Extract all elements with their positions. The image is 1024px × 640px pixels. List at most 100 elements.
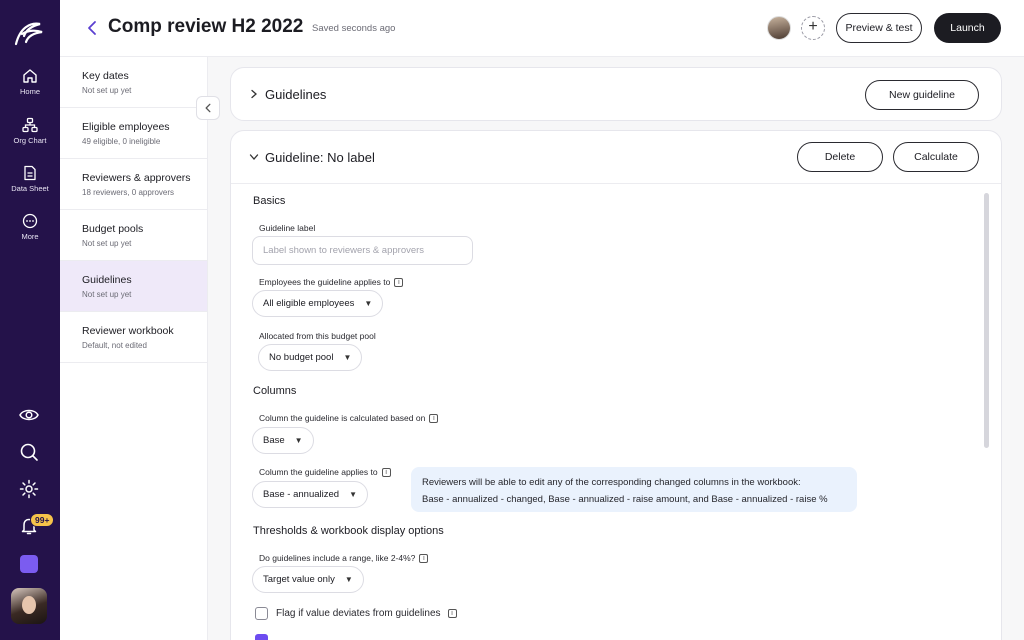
applies-to-select-value: All eligible employees: [263, 298, 355, 309]
home-icon: [23, 69, 37, 83]
guidelines-card: Guidelines New guideline: [230, 67, 1002, 121]
search-icon[interactable]: [18, 441, 40, 463]
delete-guideline-button[interactable]: Delete: [797, 142, 883, 172]
range-select[interactable]: Target value only ▼: [252, 566, 364, 593]
info-icon[interactable]: i: [419, 553, 429, 563]
setup-steps-sidebar: Key dates Not set up yet Eligible employ…: [60, 57, 208, 640]
budget-pool-select[interactable]: No budget pool ▼: [258, 344, 363, 371]
rail-data-sheet[interactable]: Data Sheet: [0, 165, 60, 193]
step-title: Guidelines: [82, 274, 132, 286]
rail-org-chart[interactable]: Org Chart: [0, 117, 60, 145]
rail-more-label: More: [21, 232, 39, 241]
eye-icon[interactable]: [18, 404, 40, 426]
caret-down-icon: ▼: [294, 436, 303, 445]
step-title: Key dates: [82, 70, 129, 82]
calculated-on-field-label-text: Column the guideline is calculated based…: [259, 413, 426, 423]
guideline-label-field-label-text: Guideline label: [259, 223, 316, 233]
guidelines-card-title: Guidelines: [265, 87, 327, 102]
guideline-label-input[interactable]: [252, 236, 473, 265]
user-avatar[interactable]: [11, 588, 47, 624]
applies-to-column-field-label: Column the guideline applies to i: [259, 467, 391, 477]
rail-org-chart-label: Org Chart: [13, 136, 47, 145]
guideline-title: Guideline: No label: [265, 150, 375, 165]
add-collaborator-button[interactable]: +: [801, 16, 825, 40]
collaborator-avatar[interactable]: [767, 16, 791, 40]
thresholds-heading: Thresholds & workbook display options: [253, 525, 444, 537]
card-divider: [231, 183, 1001, 184]
notifications-badge: 99+: [30, 513, 55, 527]
chevron-right-icon[interactable]: [249, 89, 259, 99]
calculated-on-select[interactable]: Base ▼: [252, 427, 314, 454]
step-subtitle: Not set up yet: [82, 290, 132, 299]
save-status: Saved seconds ago: [312, 23, 396, 34]
budget-pool-field-label-text: Allocated from this budget pool: [259, 331, 376, 341]
calculated-on-field-label: Column the guideline is calculated based…: [259, 413, 439, 423]
step-subtitle: 18 reviewers, 0 approvers: [82, 188, 175, 197]
flag-deviation-label-text: Flag if value deviates from guidelines: [276, 608, 441, 619]
app-logo-icon[interactable]: [12, 18, 46, 48]
applies-to-field-label-text: Employees the guideline applies to: [259, 277, 391, 287]
preview-test-button[interactable]: Preview & test: [836, 13, 922, 43]
org-chart-icon: [22, 117, 38, 133]
caret-down-icon: ▼: [349, 490, 357, 499]
workspace-logo-icon[interactable]: [20, 555, 38, 573]
guideline-detail-card: Guideline: No label Delete Calculate: [230, 130, 1002, 640]
basics-heading: Basics: [253, 195, 286, 207]
collapse-sidebar-icon[interactable]: [196, 96, 220, 120]
step-title: Reviewers & approvers: [82, 172, 191, 184]
calculated-on-select-value: Base: [263, 435, 285, 446]
page-header: Comp review H2 2022 Saved seconds ago + …: [60, 0, 1024, 57]
app-rail: Home Org Chart Data Sheet More 99+: [0, 0, 60, 640]
guideline-label-field-label: Guideline label: [259, 223, 315, 233]
new-guideline-button[interactable]: New guideline: [865, 80, 979, 110]
secondary-option-checkbox[interactable]: [255, 634, 268, 640]
chevron-down-icon[interactable]: [249, 152, 259, 162]
step-subtitle: 49 eligible, 0 ineligible: [82, 137, 161, 146]
range-select-value: Target value only: [263, 574, 335, 585]
budget-pool-select-value: No budget pool: [269, 352, 334, 363]
step-subtitle: Default, not edited: [82, 341, 147, 350]
info-icon[interactable]: i: [447, 609, 457, 618]
step-guidelines[interactable]: Guidelines Not set up yet: [60, 261, 207, 312]
columns-notice-line2: Base - annualized - changed, Base - annu…: [422, 494, 828, 505]
page-title: Comp review H2 2022: [108, 16, 304, 37]
rail-home[interactable]: Home: [0, 68, 60, 96]
applies-to-select[interactable]: All eligible employees ▼: [252, 290, 384, 317]
step-subtitle: Not set up yet: [82, 86, 132, 95]
step-subtitle: Not set up yet: [82, 239, 132, 248]
launch-button[interactable]: Launch: [934, 13, 1001, 43]
gear-icon[interactable]: [18, 478, 40, 500]
info-icon[interactable]: i: [381, 467, 391, 477]
caret-down-icon: ▼: [343, 353, 352, 362]
more-icon: [22, 213, 38, 229]
step-key-dates[interactable]: Key dates Not set up yet: [60, 57, 207, 108]
range-field-label: Do guidelines include a range, like 2-4%…: [259, 553, 429, 563]
step-budget-pools[interactable]: Budget pools Not set up yet: [60, 210, 207, 261]
calculate-button[interactable]: Calculate: [893, 142, 979, 172]
step-reviewer-workbook[interactable]: Reviewer workbook Default, not edited: [60, 312, 207, 363]
columns-heading: Columns: [253, 385, 297, 397]
step-title: Reviewer workbook: [82, 325, 174, 337]
back-arrow-icon[interactable]: [84, 19, 100, 37]
info-icon[interactable]: i: [429, 413, 439, 423]
applies-to-column-field-label-text: Column the guideline applies to: [259, 467, 378, 477]
applies-to-column-select[interactable]: Base - annualized ▼: [252, 481, 368, 508]
applies-to-column-select-value: Base - annualized: [263, 489, 340, 500]
data-sheet-icon: [24, 165, 36, 181]
caret-down-icon: ▼: [344, 575, 353, 584]
rail-home-label: Home: [19, 87, 40, 96]
flag-deviation-checkbox[interactable]: [255, 607, 268, 620]
info-icon[interactable]: i: [394, 277, 404, 287]
scrollbar[interactable]: [984, 193, 989, 448]
applies-to-field-label: Employees the guideline applies to i: [259, 277, 404, 287]
step-title: Eligible employees: [82, 121, 170, 133]
rail-more[interactable]: More: [0, 213, 60, 241]
range-field-label-text: Do guidelines include a range, like 2-4%…: [259, 553, 416, 563]
columns-notice-line1: Reviewers will be able to edit any of th…: [422, 477, 801, 488]
step-reviewers-approvers[interactable]: Reviewers & approvers 18 reviewers, 0 ap…: [60, 159, 207, 210]
columns-info-notice: Reviewers will be able to edit any of th…: [411, 467, 857, 512]
flag-deviation-label: Flag if value deviates from guidelines i: [276, 608, 457, 619]
rail-data-sheet-label: Data Sheet: [11, 184, 49, 193]
step-eligible-employees[interactable]: Eligible employees 49 eligible, 0 inelig…: [60, 108, 207, 159]
budget-pool-field-label: Allocated from this budget pool: [259, 331, 376, 341]
